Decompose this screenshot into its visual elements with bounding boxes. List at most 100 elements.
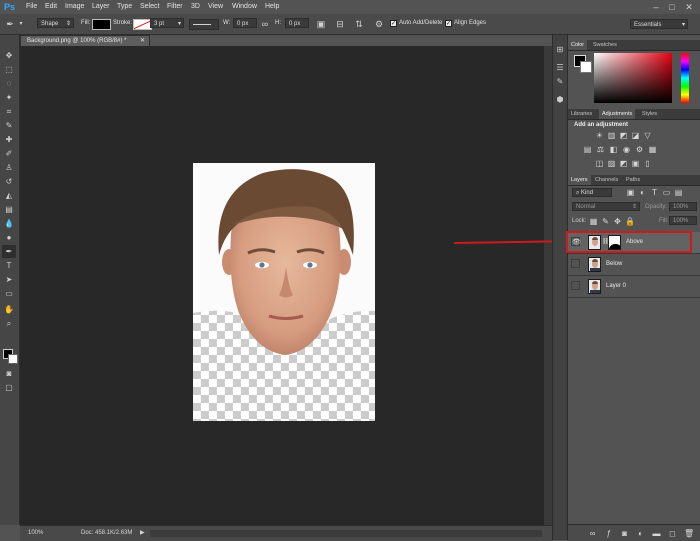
path-selection-tool-icon[interactable]: ➤ [2,273,16,286]
menu-layer[interactable]: Layer [92,0,110,14]
marquee-tool-icon[interactable]: ⬚ [2,63,16,76]
curves-icon[interactable]: ◩ [619,131,628,140]
color-lookup-icon[interactable]: ▦ [648,145,657,154]
tab-color[interactable]: Color [568,40,588,50]
document-tab[interactable]: Background.png @ 100% (RGB/8#) * ✕ [20,35,150,46]
lock-image-icon[interactable]: ✎ [601,217,610,226]
filter-type-icon[interactable]: T [650,188,659,197]
menu-window[interactable]: Window [232,0,257,14]
lock-transparent-icon[interactable]: ▦ [589,217,598,226]
fill-swatch[interactable] [92,19,111,30]
path-alignment-icon[interactable]: ⊟ [334,18,346,30]
actions-panel-icon[interactable]: ⬢ [553,93,567,107]
lock-position-icon[interactable]: ✥ [613,217,622,226]
add-mask-icon[interactable]: ◙ [620,529,629,538]
clone-stamp-tool-icon[interactable]: ♙ [2,161,16,174]
dodge-tool-icon[interactable]: ● [2,231,16,244]
workspace-select[interactable]: Essentials ▾ [630,19,688,29]
new-group-icon[interactable]: ▬ [652,529,661,538]
layer-name[interactable]: Layer 0 [606,276,626,297]
gradient-map-icon[interactable]: ▯ [643,159,652,168]
height-input[interactable]: 0 px [285,18,309,28]
history-panel-icon[interactable]: ⊞ [553,43,567,57]
brush-panel-icon[interactable]: ✎ [553,75,567,89]
blur-tool-icon[interactable]: 💧 [2,217,16,230]
vertical-scrollbar[interactable] [544,46,552,525]
align-edges-checkbox[interactable]: ✓ [445,20,452,27]
menu-file[interactable]: File [26,0,37,14]
tab-libraries[interactable]: Libraries [568,109,595,119]
brightness-contrast-icon[interactable]: ☀ [595,131,604,140]
eraser-tool-icon[interactable]: ◭ [2,189,16,202]
healing-brush-tool-icon[interactable]: ✚ [2,133,16,146]
tab-channels[interactable]: Channels [592,175,621,185]
black-white-icon[interactable]: ◧ [609,145,618,154]
layer-row-layer-0[interactable]: Layer 0 [568,276,700,298]
minimize-button[interactable]: – [649,1,663,13]
history-brush-tool-icon[interactable]: ↺ [2,175,16,188]
hue-saturation-icon[interactable]: ▤ [583,145,592,154]
type-tool-icon[interactable]: T [2,259,16,272]
crop-tool-icon[interactable]: ⌗ [2,105,16,118]
rectangle-tool-icon[interactable]: ▭ [2,287,16,300]
move-tool-icon[interactable]: ✥ [2,49,16,62]
visibility-toggle-empty[interactable] [571,259,580,268]
document-image[interactable] [193,163,375,421]
fill-input[interactable]: 100% [669,216,697,225]
filter-smart-object-icon[interactable]: ▤ [674,188,683,197]
filter-adjustment-icon[interactable]: ◐ [638,188,647,197]
stroke-type-select[interactable] [189,19,219,30]
path-arrangement-icon[interactable]: ⇅ [353,18,365,30]
gear-icon[interactable]: ⚙ [373,18,385,30]
lock-all-icon[interactable]: 🔒 [625,217,635,226]
filter-shape-icon[interactable]: ▭ [662,188,671,197]
color-spectrum-field[interactable] [594,53,672,103]
invert-icon[interactable]: ◫ [595,159,604,168]
exposure-icon[interactable]: ◪ [631,131,640,140]
new-layer-icon[interactable]: ◻ [668,529,677,538]
color-balance-icon[interactable]: ⚖ [596,145,605,154]
photo-filter-icon[interactable]: ◉ [622,145,631,154]
menu-select[interactable]: Select [140,0,159,14]
background-color-swatch[interactable] [8,354,18,364]
eyedropper-tool-icon[interactable]: ✎ [2,119,16,132]
quick-mask-icon[interactable]: ◙ [2,367,16,380]
link-icon[interactable]: ∞ [259,18,271,30]
tab-styles[interactable]: Styles [639,109,660,119]
threshold-icon[interactable]: ◩ [619,159,628,168]
layer-style-icon[interactable]: ƒ [604,529,613,538]
screen-mode-icon[interactable]: ▢ [2,381,16,394]
menu-filter[interactable]: Filter [167,0,183,14]
hand-tool-icon[interactable]: ✋ [2,303,16,316]
menu-help[interactable]: Help [265,0,279,14]
filter-pixel-icon[interactable]: ▣ [626,188,635,197]
width-input[interactable]: 0 px [233,18,257,28]
tab-paths[interactable]: Paths [623,175,643,185]
zoom-level[interactable]: 100% [28,526,43,540]
brush-tool-icon[interactable]: ✐ [2,147,16,160]
path-operations-icon[interactable]: ▣ [315,18,327,30]
properties-panel-icon[interactable]: ☰ [553,61,567,75]
opacity-input[interactable]: 100% [669,202,697,211]
levels-icon[interactable]: ▥ [607,131,616,140]
vibrance-icon[interactable]: ▽ [643,131,652,140]
stroke-width-input[interactable]: 3 pt ▾ [150,18,184,28]
tab-adjustments[interactable]: Adjustments [599,109,636,119]
menu-edit[interactable]: Edit [45,0,57,14]
pen-tool-icon[interactable]: ✒ [2,245,16,258]
maximize-button[interactable]: □ [665,1,679,13]
posterize-icon[interactable]: ▨ [607,159,616,168]
delete-layer-icon[interactable]: 🗑 [684,529,694,538]
visibility-toggle-empty[interactable] [571,281,580,290]
status-menu-arrow-icon[interactable]: ▶ [140,526,145,540]
menu-3d[interactable]: 3D [191,0,200,14]
menu-view[interactable]: View [208,0,223,14]
layer-filter-select[interactable]: ⌕ Kind [572,188,612,197]
selective-color-icon[interactable]: ▣ [631,159,640,168]
menu-type[interactable]: Type [117,0,132,14]
tab-swatches[interactable]: Swatches [590,40,620,50]
color-background-swatch[interactable] [580,61,592,73]
channel-mixer-icon[interactable]: ⚙ [635,145,644,154]
preset-dropdown-icon[interactable]: ▾ [15,18,27,30]
quick-selection-tool-icon[interactable]: ✦ [2,91,16,104]
